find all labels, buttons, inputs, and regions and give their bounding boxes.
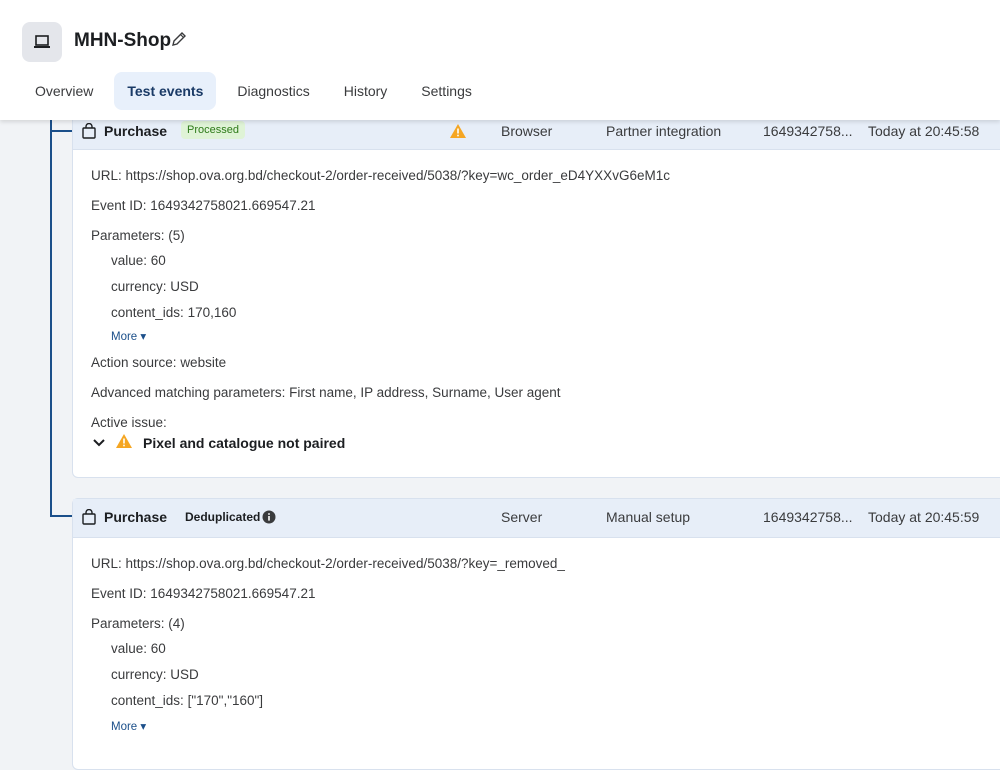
parameter-row: currency: USD [111,279,199,294]
event-source: Server [501,509,543,525]
caret-down-icon: ▾ [140,331,147,343]
more-label: More [111,721,138,733]
action-source-label: Action source: [91,355,177,370]
tree-connector-1 [50,130,72,132]
parameter-key: currency: [111,667,167,682]
event-name: Purchase [104,509,168,525]
issue-text: Pixel and catalogue not paired [143,434,346,451]
status-badge: Deduplicated [185,510,261,524]
more-parameters-link[interactable]: More ▾ [111,329,146,343]
pencil-icon[interactable] [170,30,188,53]
parameter-value: 170,160 [187,305,237,320]
url-value: https://shop.ova.org.bd/checkout-2/order… [125,556,565,571]
advanced-matching-value: First name, IP address, Surname, User ag… [289,385,561,400]
parameters-line: Parameters: (5) [91,228,185,243]
event-time: Today at 20:45:59 [868,509,980,525]
parameter-key: content_ids: [111,693,184,708]
parameters-label: Parameters: [91,616,165,631]
parameters-label: Parameters: [91,228,165,243]
chevron-down-icon[interactable] [93,435,105,451]
parameter-value: USD [170,667,199,682]
url-line: URL: https://shop.ova.org.bd/checkout-2/… [91,556,565,571]
advanced-matching-label: Advanced matching parameters: [91,385,286,400]
parameter-row: value: 60 [111,253,166,268]
parameter-row: value: 60 [111,641,166,656]
parameter-value: ["170","160"] [187,693,264,708]
more-label: More [111,331,138,343]
parameter-value: USD [170,279,199,294]
parameter-key: value: [111,641,148,656]
url-label: URL: [91,556,122,571]
event-setup-method: Manual setup [606,509,691,525]
parameter-key: currency: [111,279,167,294]
warning-icon [115,433,133,452]
tab-history[interactable]: History [331,72,401,110]
caret-down-icon: ▾ [140,721,147,733]
event-id-value: 1649342758021.669547.21 [150,586,316,601]
event-id-value: 1649342758021.669547.21 [150,198,316,213]
event-id-truncated: 1649342758... [763,509,853,525]
action-source-value: website [180,355,227,370]
tab-test-events[interactable]: Test events [114,72,217,110]
status-badge: Processed [181,121,245,139]
advanced-matching-line: Advanced matching parameters: First name… [91,385,561,400]
parameters-count: (5) [168,228,185,243]
parameters-line: Parameters: (4) [91,616,185,631]
event-header-row[interactable]: Purchase Deduplicated Server Manual setu… [73,499,1000,538]
event-card: Purchase Deduplicated Server Manual setu… [72,498,1000,770]
parameter-value: 60 [150,641,166,656]
laptop-icon [22,22,62,62]
parameter-value: 60 [150,253,166,268]
tree-connector-2 [50,515,72,517]
page-title: MHN-Shop [74,30,172,51]
active-issue-label: Active issue: [91,415,167,430]
url-value: https://shop.ova.org.bd/checkout-2/order… [125,168,670,183]
event-id-label: Event ID: [91,586,147,601]
tree-connector-vertical [50,120,52,516]
info-icon[interactable] [262,499,276,535]
tab-diagnostics[interactable]: Diagnostics [224,72,322,110]
action-source-line: Action source: website [91,355,226,370]
parameter-key: content_ids: [111,305,184,320]
parameter-row: content_ids: 170,160 [111,305,236,320]
tab-overview[interactable]: Overview [22,72,106,110]
shopping-bag-icon [81,499,97,535]
url-line: URL: https://shop.ova.org.bd/checkout-2/… [91,168,670,183]
tab-bar: Overview Test events Diagnostics History… [22,72,493,110]
parameter-key: value: [111,253,148,268]
event-card: Purchase Processed Browser Partner integ… [72,112,1000,478]
event-id-label: Event ID: [91,198,147,213]
parameter-row: currency: USD [111,667,199,682]
active-issue-row[interactable]: Pixel and catalogue not paired [93,433,345,452]
event-id-line: Event ID: 1649342758021.669547.21 [91,198,315,213]
more-parameters-link[interactable]: More ▾ [111,719,146,733]
tab-settings[interactable]: Settings [408,72,485,110]
events-list: Purchase Processed Browser Partner integ… [0,112,1000,770]
event-id-line: Event ID: 1649342758021.669547.21 [91,586,315,601]
parameters-count: (4) [168,616,185,631]
page-header: MHN-Shop Overview Test events Diagnostic… [0,0,1000,120]
parameter-row: content_ids: ["170","160"] [111,693,263,708]
url-label: URL: [91,168,122,183]
